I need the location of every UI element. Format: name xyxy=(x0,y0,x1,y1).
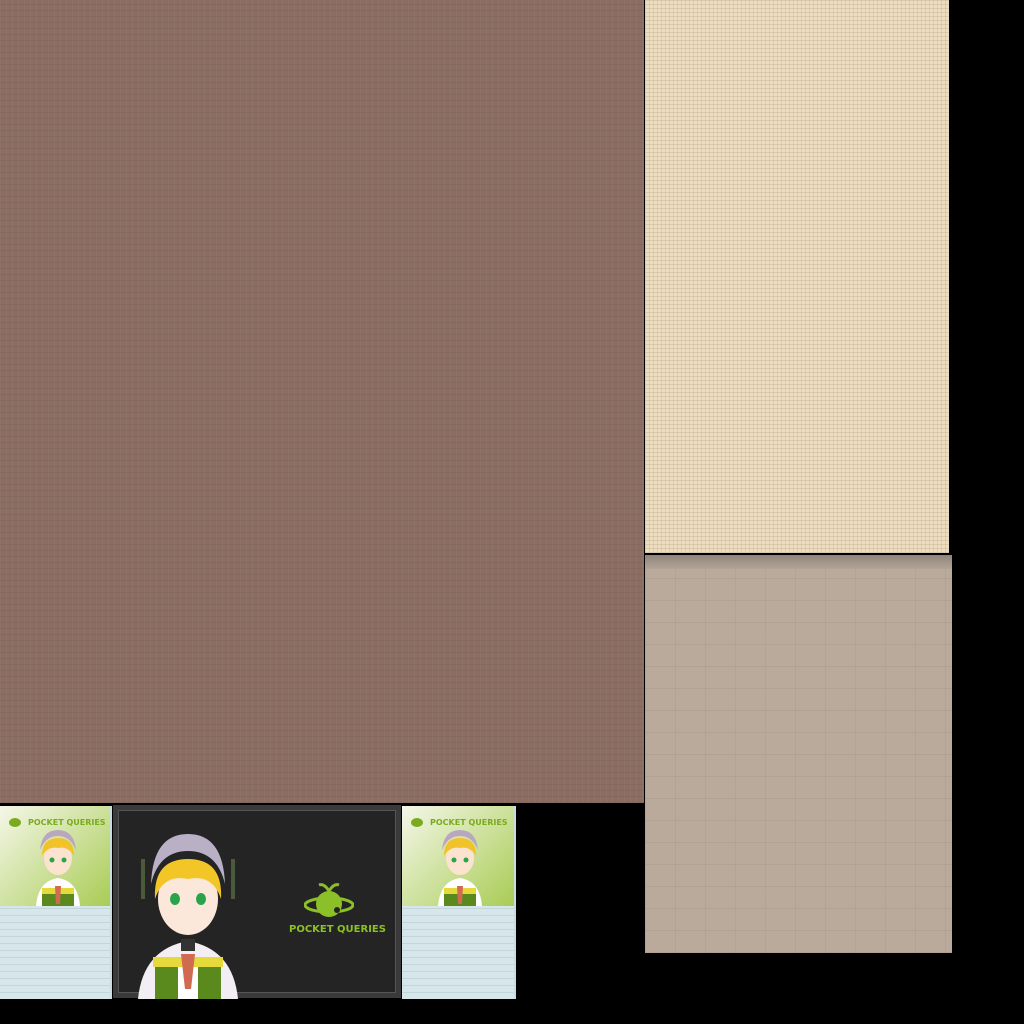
character-figure-icon xyxy=(438,830,482,906)
poster-left: POCKET QUERIES xyxy=(0,806,112,999)
logo-icon xyxy=(304,883,354,917)
logo-icon xyxy=(411,818,423,827)
screen-brand: POCKET QUERIES xyxy=(289,924,386,935)
logo-icon xyxy=(9,818,21,827)
screen-display: POCKET QUERIES xyxy=(113,805,401,999)
wall-texture xyxy=(0,0,644,803)
character-portrait-icon xyxy=(138,834,238,999)
panel-texture xyxy=(645,555,952,953)
fabric-texture xyxy=(645,0,949,553)
poster-right: POCKET QUERIES xyxy=(402,806,516,999)
character-figure-icon xyxy=(36,830,80,906)
